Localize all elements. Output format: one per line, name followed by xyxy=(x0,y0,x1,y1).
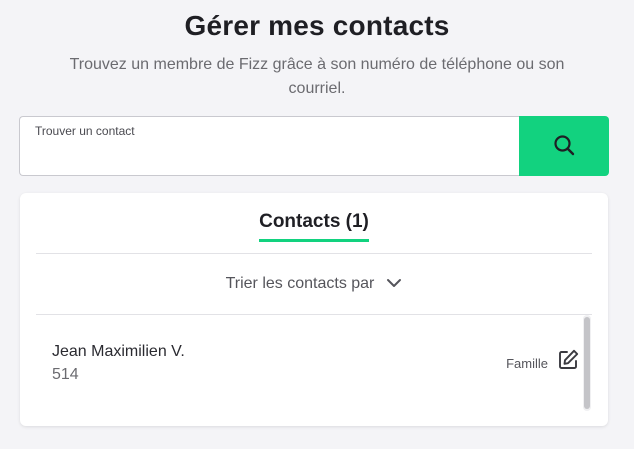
contact-number: 514 xyxy=(52,366,79,383)
contact-name: Jean Maximilien V. xyxy=(52,343,185,360)
sort-dropdown[interactable]: Trier les contacts par xyxy=(20,272,608,296)
tab-contacts[interactable]: Contacts (1) xyxy=(20,211,608,242)
divider xyxy=(36,253,592,254)
search-button[interactable] xyxy=(519,116,609,176)
contacts-scrollbar[interactable] xyxy=(583,315,591,411)
sort-label: Trier les contacts par xyxy=(225,275,375,292)
edit-icon xyxy=(556,348,580,377)
search-field[interactable]: Trouver un contact xyxy=(19,116,519,176)
contact-search: Trouver un contact xyxy=(19,116,609,176)
search-label: Trouver un contact xyxy=(35,124,135,138)
search-icon xyxy=(552,133,576,160)
contact-relation: Famille xyxy=(506,356,548,371)
search-input[interactable] xyxy=(34,143,498,171)
page-subtitle: Trouvez un membre de Fizz grâce à son nu… xyxy=(69,56,565,97)
tab-contacts-label: Contacts (1) xyxy=(259,211,369,242)
edit-contact-button[interactable] xyxy=(555,349,581,375)
contact-row: Jean Maximilien V. 514 Famille xyxy=(36,315,581,415)
contacts-card: Contacts (1) Trier les contacts par Jean… xyxy=(20,193,608,426)
chevron-down-icon xyxy=(386,275,402,293)
page-title: Gérer mes contacts xyxy=(184,10,450,41)
scrollbar-thumb[interactable] xyxy=(584,317,590,409)
